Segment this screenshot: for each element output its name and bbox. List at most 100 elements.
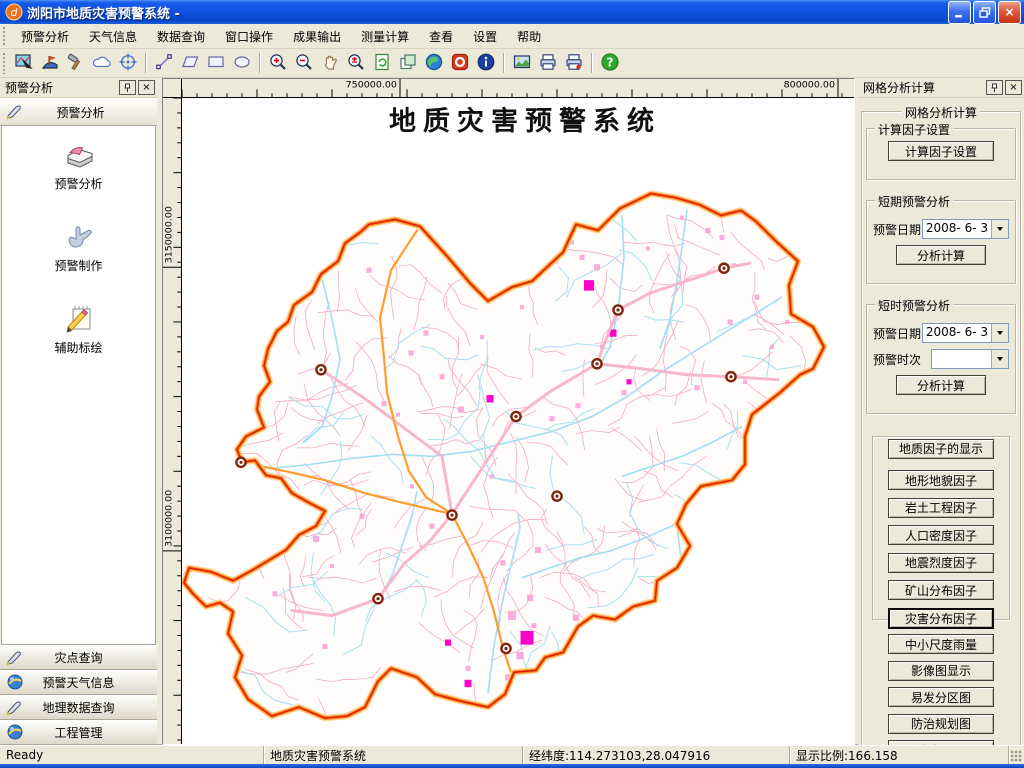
toolbar-image-button[interactable] — [510, 51, 534, 75]
factor-button-4[interactable]: 矿山分布因子 — [888, 580, 994, 600]
factor-button-5[interactable]: 灾害分布因子 — [888, 608, 994, 629]
toolbar-target-button[interactable] — [116, 51, 140, 75]
menu-item-4[interactable]: 成果输出 — [283, 25, 351, 48]
town-marker[interactable] — [613, 305, 622, 314]
notepad-icon — [61, 300, 97, 336]
town-marker[interactable] — [592, 359, 601, 368]
svg-text:3100000.00: 3100000.00 — [164, 490, 175, 547]
toolbar-rect-button[interactable] — [204, 51, 228, 75]
restore-button[interactable] — [973, 1, 996, 24]
factor-button-2[interactable]: 人口密度因子 — [888, 525, 994, 545]
toolbar-zoom-out-button[interactable] — [292, 51, 316, 75]
close-button[interactable]: × — [998, 1, 1021, 24]
chevron-down-icon[interactable] — [991, 350, 1008, 368]
print2-icon — [564, 52, 584, 75]
stamp-icon — [40, 52, 60, 75]
menu-item-5[interactable]: 测量计算 — [351, 25, 419, 48]
resize-grip[interactable] — [1009, 746, 1024, 764]
extra-button-2[interactable]: 易发分区图 — [888, 687, 994, 707]
chevron-down-icon[interactable] — [991, 324, 1008, 342]
toolbar-globe-button[interactable] — [422, 51, 446, 75]
menu-item-6[interactable]: 查看 — [419, 25, 463, 48]
menu-item-8[interactable]: 帮助 — [507, 25, 551, 48]
target-icon — [118, 52, 138, 75]
left-section-bar[interactable]: 预警分析 — [0, 98, 157, 126]
short-time-group-title: 短时预警分析 — [875, 297, 953, 314]
town-marker[interactable] — [316, 365, 325, 374]
town-marker[interactable] — [552, 492, 561, 501]
map-canvas[interactable]: 地质灾害预警系统 — [182, 98, 854, 744]
toolbar-grip-handle[interactable] — [2, 52, 7, 74]
toolbar-refresh-button[interactable] — [370, 51, 394, 75]
left-bar-2[interactable]: 地理数据查询 — [0, 695, 157, 720]
town-marker[interactable] — [501, 644, 510, 653]
book-icon — [61, 136, 97, 172]
window-title: 浏阳市地质灾害预警系统 - — [27, 3, 948, 22]
pan-icon — [320, 52, 340, 75]
left-bar-3[interactable]: 工程管理 — [0, 720, 157, 745]
left-bar-0[interactable]: 灾点查询 — [0, 645, 157, 670]
extra-button-3[interactable]: 防治规划图 — [888, 714, 994, 734]
short-time-analyze-button[interactable]: 分析计算 — [896, 375, 986, 395]
short-time-times-combobox[interactable] — [931, 349, 1009, 369]
town-marker[interactable] — [447, 510, 456, 519]
toolbar-pan-button[interactable] — [318, 51, 342, 75]
town-marker[interactable] — [511, 412, 520, 421]
toolbar-line-button[interactable] — [152, 51, 176, 75]
svg-text:d: d — [11, 6, 19, 19]
toolbar-map-select-button[interactable] — [12, 51, 36, 75]
toolbar-layers-button[interactable] — [396, 51, 420, 75]
toolbar-ellipse-button[interactable] — [230, 51, 254, 75]
factor-button-3[interactable]: 地震烈度因子 — [888, 553, 994, 573]
toolbar-cloud-button[interactable] — [90, 51, 114, 75]
menu-item-1[interactable]: 天气信息 — [79, 25, 147, 48]
toolbar-info-button[interactable] — [474, 51, 498, 75]
geo-factor-display-button[interactable]: 地质因子的显示 — [888, 439, 994, 459]
town-marker[interactable] — [236, 458, 245, 467]
town-marker[interactable] — [726, 372, 735, 381]
short-term-group-title: 短期预警分析 — [875, 193, 953, 210]
toolbar-print-button[interactable] — [536, 51, 560, 75]
toolbar-hammer-button[interactable] — [64, 51, 88, 75]
left-nav-item-0[interactable]: 预警分析 — [2, 136, 155, 192]
left-panel-pin-button[interactable] — [119, 80, 136, 95]
toolbar-stamp-button[interactable] — [38, 51, 62, 75]
short-term-analyze-button[interactable]: 分析计算 — [896, 245, 986, 265]
menu-item-3[interactable]: 窗口操作 — [215, 25, 283, 48]
left-nav-item-1[interactable]: 预警制作 — [2, 218, 155, 274]
minimize-button[interactable] — [948, 1, 971, 24]
help-icon: ? — [600, 52, 620, 75]
left-bar-1[interactable]: 预警天气信息 — [0, 670, 157, 695]
grid-analysis-groupbox: 网格分析计算 计算因子设置 计算因子设置 短期预警分析 预警日期 2008- 6… — [861, 111, 1021, 745]
left-panel-close-button[interactable]: × — [138, 80, 155, 95]
extra-button-4[interactable]: 清空显示 — [888, 740, 994, 745]
left-panel: 预警分析 × 预警分析 预警分析预警制作辅助标绘 灾点查询预警天气信息地理数据查… — [0, 78, 157, 745]
left-nav-item-2[interactable]: 辅助标绘 — [2, 300, 155, 356]
map-area: 750000.00800000.00 3150000.003100000.00 … — [162, 78, 855, 745]
status-app-name: 地质灾害预警系统 — [264, 746, 523, 764]
town-marker[interactable] — [373, 594, 382, 603]
short-term-date-combobox[interactable]: 2008- 6- 3 — [922, 219, 1009, 239]
map-title: 地质灾害预警系统 — [389, 105, 661, 137]
calc-factor-settings-button[interactable]: 计算因子设置 — [888, 141, 994, 161]
factor-button-0[interactable]: 地形地貌因子 — [888, 470, 994, 490]
toolbar-print2-button[interactable] — [562, 51, 586, 75]
menu-item-0[interactable]: 预警分析 — [11, 25, 79, 48]
right-panel-close-button[interactable]: × — [1005, 80, 1022, 95]
toolbar-zoom-in-button[interactable] — [266, 51, 290, 75]
chevron-down-icon[interactable] — [991, 220, 1008, 238]
menu-item-7[interactable]: 设置 — [463, 25, 507, 48]
extra-button-1[interactable]: 影像图显示 — [888, 661, 994, 681]
toolbar-zoom-sel-button[interactable] — [344, 51, 368, 75]
factor-button-1[interactable]: 岩土工程因子 — [888, 498, 994, 518]
menu-item-2[interactable]: 数据查询 — [147, 25, 215, 48]
short-time-date-combobox[interactable]: 2008- 6- 3 — [922, 323, 1009, 343]
town-marker[interactable] — [719, 264, 728, 273]
right-panel-pin-button[interactable] — [986, 80, 1003, 95]
svg-text:750000.00: 750000.00 — [346, 80, 397, 91]
toolbar-help-button[interactable]: ? — [598, 51, 622, 75]
toolbar-polygon-button[interactable] — [178, 51, 202, 75]
toolbar-stop-button[interactable] — [448, 51, 472, 75]
extra-button-0[interactable]: 中小尺度雨量 — [888, 634, 994, 654]
menubar-grip-handle[interactable] — [2, 26, 7, 45]
